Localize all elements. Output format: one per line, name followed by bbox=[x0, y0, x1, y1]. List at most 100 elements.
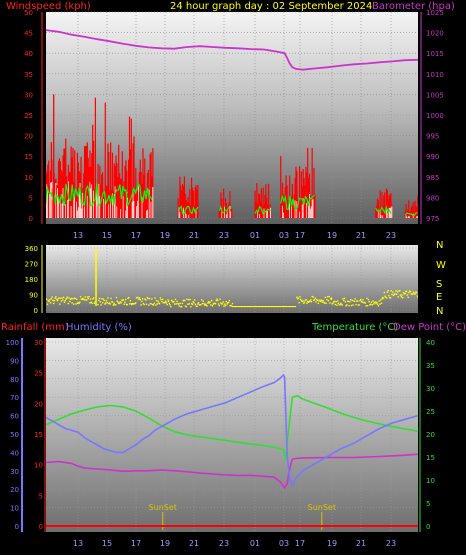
barometer-tick-label: 1025 bbox=[426, 9, 444, 17]
direction-point bbox=[170, 305, 172, 308]
direction-point bbox=[150, 303, 152, 305]
humidity-tick-label: 70 bbox=[10, 394, 19, 402]
rainfall-tick-label: 15 bbox=[34, 431, 43, 439]
panel-temp-background bbox=[46, 338, 418, 532]
direction-point bbox=[125, 298, 127, 301]
direction-point bbox=[181, 302, 184, 305]
direction-point bbox=[186, 298, 188, 300]
direction-point bbox=[165, 302, 168, 304]
rainfall-tick-label: 30 bbox=[34, 339, 43, 347]
direction-tick-label: 180 bbox=[25, 276, 38, 284]
direction-point bbox=[156, 303, 158, 305]
direction-point bbox=[185, 305, 187, 308]
direction-point bbox=[388, 294, 390, 297]
direction-point bbox=[189, 298, 191, 301]
time-tick-label: 21 bbox=[189, 539, 199, 548]
direction-point bbox=[402, 296, 404, 299]
direction-point bbox=[184, 299, 186, 302]
direction-point bbox=[167, 300, 170, 302]
direction-point bbox=[406, 294, 409, 296]
compass-label: W bbox=[436, 260, 446, 271]
direction-point bbox=[351, 299, 353, 302]
direction-point bbox=[54, 297, 56, 299]
direction-point bbox=[375, 302, 377, 305]
direction-point bbox=[306, 302, 308, 304]
compass-label: S bbox=[436, 279, 442, 290]
windspeed-tick-label: 10 bbox=[24, 174, 33, 182]
direction-point bbox=[341, 304, 343, 306]
direction-tick-label: 90 bbox=[29, 292, 38, 300]
direction-point bbox=[79, 295, 82, 298]
time-tick-label: 19 bbox=[160, 231, 170, 240]
direction-point bbox=[167, 299, 169, 301]
time-tick-label: 03 bbox=[279, 231, 289, 240]
direction-point bbox=[396, 291, 399, 293]
direction-point bbox=[316, 299, 319, 302]
direction-point bbox=[69, 300, 71, 303]
direction-point bbox=[401, 294, 403, 296]
direction-point bbox=[139, 299, 142, 301]
temperature-tick-label: 5 bbox=[426, 500, 430, 508]
windspeed-tick-label: 35 bbox=[24, 71, 33, 79]
direction-point bbox=[98, 299, 100, 302]
direction-point bbox=[334, 303, 337, 306]
direction-point bbox=[217, 299, 219, 302]
direction-point bbox=[223, 305, 225, 307]
direction-point bbox=[155, 304, 157, 306]
direction-point bbox=[366, 297, 368, 299]
direction-point bbox=[361, 301, 363, 303]
direction-point bbox=[328, 295, 330, 298]
direction-point bbox=[414, 293, 416, 295]
direction-point bbox=[118, 302, 121, 304]
direction-point bbox=[86, 296, 89, 298]
direction-point bbox=[124, 301, 126, 304]
direction-point bbox=[67, 302, 69, 305]
time-tick-label: 19 bbox=[160, 539, 170, 548]
direction-point bbox=[97, 303, 99, 306]
humidity-tick-label: 40 bbox=[10, 449, 19, 457]
direction-point bbox=[215, 299, 217, 302]
time-tick-label: 17 bbox=[295, 539, 305, 548]
direction-point bbox=[209, 301, 211, 303]
weather-chart: Windspeed (kph) 24 hour graph day : 02 S… bbox=[1, 1, 466, 548]
direction-point bbox=[203, 302, 205, 305]
direction-point bbox=[200, 304, 202, 306]
direction-point bbox=[395, 290, 397, 292]
direction-point bbox=[309, 299, 312, 301]
direction-point bbox=[336, 300, 339, 302]
direction-point bbox=[412, 293, 414, 295]
direction-point bbox=[343, 297, 346, 300]
windspeed-tick-label: 20 bbox=[24, 133, 33, 141]
humidity-tick-label: 20 bbox=[10, 486, 19, 494]
direction-point bbox=[415, 291, 418, 294]
direction-point bbox=[126, 303, 128, 306]
direction-point bbox=[392, 291, 394, 293]
temperature-tick-label: 15 bbox=[426, 454, 435, 462]
direction-point bbox=[138, 297, 141, 299]
direction-point bbox=[399, 289, 401, 292]
direction-point bbox=[395, 293, 398, 295]
direction-point bbox=[84, 296, 86, 298]
direction-point bbox=[143, 303, 145, 306]
direction-point bbox=[390, 290, 392, 292]
direction-point bbox=[321, 301, 323, 303]
direction-point bbox=[299, 298, 302, 300]
direction-point bbox=[177, 303, 180, 305]
direction-point bbox=[74, 297, 76, 300]
direction-point bbox=[354, 298, 357, 300]
direction-point bbox=[59, 303, 61, 305]
humidity-axis-label: Humidity (%) bbox=[66, 322, 132, 333]
direction-point bbox=[194, 303, 197, 306]
direction-point bbox=[193, 302, 195, 304]
direction-point bbox=[368, 301, 370, 303]
windspeed-tick-label: 50 bbox=[24, 9, 33, 17]
direction-point bbox=[51, 296, 53, 298]
direction-point bbox=[326, 299, 328, 301]
direction-point bbox=[197, 302, 200, 304]
direction-point bbox=[353, 300, 356, 302]
direction-point bbox=[330, 298, 333, 300]
rainfall-tick-label: 0 bbox=[39, 523, 43, 531]
direction-point bbox=[66, 296, 69, 298]
direction-point bbox=[201, 302, 204, 305]
time-tick-label: 23 bbox=[219, 231, 229, 240]
